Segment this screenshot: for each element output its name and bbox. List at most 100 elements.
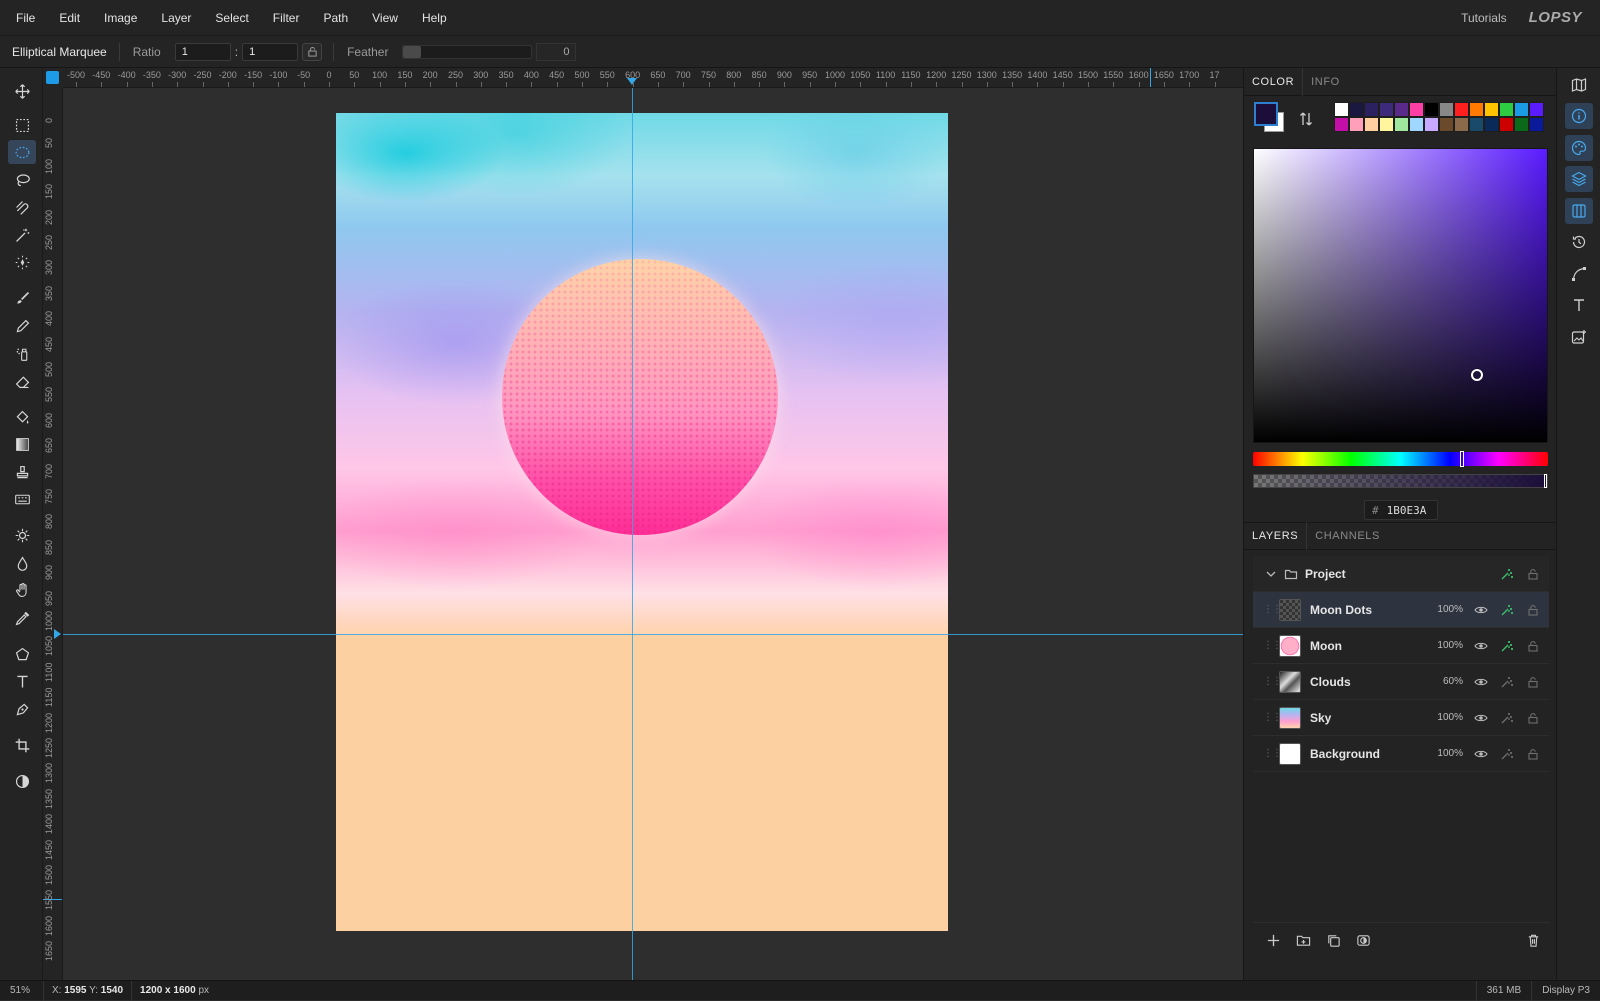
feather-slider[interactable]: [402, 44, 533, 59]
spray-tool[interactable]: [8, 341, 36, 365]
layer-row[interactable]: ⋮⋮ Moon Dots 100%: [1253, 592, 1549, 628]
guide-marker-left[interactable]: [54, 629, 61, 639]
color-swatch[interactable]: [1379, 102, 1394, 117]
paths-panel-button[interactable]: [1565, 261, 1593, 287]
color-swatch[interactable]: [1334, 102, 1349, 117]
color-swatch[interactable]: [1334, 117, 1349, 132]
hex-value[interactable]: 1B0E3A: [1387, 504, 1427, 517]
ruler-horizontal[interactable]: -500 -450 -400 -350 -300 -250 -200 -150 -100 -50 0…: [63, 68, 1243, 88]
layer-group-row[interactable]: Project: [1253, 556, 1549, 592]
quick-select-tool[interactable]: [8, 250, 36, 274]
color-swatch[interactable]: [1469, 102, 1484, 117]
color-swatch[interactable]: [1454, 102, 1469, 117]
duplicate-layer-button[interactable]: [1323, 931, 1343, 951]
color-swatch[interactable]: [1394, 117, 1409, 132]
add-layer-button[interactable]: [1263, 931, 1283, 951]
zoom-level[interactable]: 51%: [0, 985, 43, 996]
tab-layers[interactable]: LAYERS: [1244, 522, 1306, 550]
lasso-tool[interactable]: [8, 168, 36, 192]
layer-mask-button[interactable]: [1353, 931, 1373, 951]
menu-help[interactable]: Help: [410, 11, 459, 25]
channels-panel-button[interactable]: [1565, 198, 1593, 224]
menu-image[interactable]: Image: [92, 11, 149, 25]
ruler-vertical[interactable]: 0 50 100 150 200 250 300 350 400 450 500 550 600 650 7…: [43, 88, 63, 980]
menu-file[interactable]: File: [0, 11, 47, 25]
tab-color[interactable]: COLOR: [1244, 68, 1302, 96]
hue-slider[interactable]: [1253, 451, 1548, 467]
color-swatch[interactable]: [1349, 117, 1364, 132]
smudge-tool[interactable]: [8, 578, 36, 602]
pencil-tool[interactable]: [8, 314, 36, 338]
magic-wand-tool[interactable]: [8, 223, 36, 247]
lock-icon[interactable]: [1525, 674, 1541, 690]
color-swatch[interactable]: [1364, 117, 1379, 132]
foreground-color-swatch[interactable]: [1254, 102, 1278, 126]
color-swatch[interactable]: [1424, 102, 1439, 117]
color-swatch[interactable]: [1484, 117, 1499, 132]
navigator-panel-button[interactable]: [1565, 72, 1593, 98]
canvas-workspace[interactable]: [63, 88, 1243, 980]
new-group-button[interactable]: [1293, 931, 1313, 951]
blur-tool[interactable]: [8, 551, 36, 575]
delete-layer-button[interactable]: [1523, 931, 1543, 951]
ratio-width-input[interactable]: 1: [174, 42, 231, 61]
hue-slider-handle[interactable]: [1460, 451, 1465, 467]
color-swatch[interactable]: [1439, 102, 1454, 117]
clone-stamp-tool[interactable]: [8, 460, 36, 484]
color-swatch[interactable]: [1499, 102, 1514, 117]
drag-handle-icon[interactable]: ⋮⋮: [1263, 676, 1282, 687]
color-swatch[interactable]: [1469, 117, 1484, 132]
color-swatch[interactable]: [1529, 117, 1544, 132]
drag-handle-icon[interactable]: ⋮⋮: [1263, 604, 1282, 615]
adjustment-tool[interactable]: [8, 769, 36, 793]
tab-info[interactable]: INFO: [1302, 67, 1348, 96]
eye-icon[interactable]: [1473, 674, 1489, 690]
elliptical-marquee-tool[interactable]: [8, 140, 36, 164]
drag-handle-icon[interactable]: ⋮⋮: [1263, 640, 1282, 651]
layer-row[interactable]: ⋮⋮ Sky 100%: [1253, 700, 1549, 736]
dodge-tool[interactable]: [8, 523, 36, 547]
menu-filter[interactable]: Filter: [261, 11, 312, 25]
color-swatch[interactable]: [1514, 102, 1529, 117]
color-swatch[interactable]: [1439, 117, 1454, 132]
color-swatch[interactable]: [1529, 102, 1544, 117]
eye-icon[interactable]: [1473, 638, 1489, 654]
color-swatch[interactable]: [1364, 102, 1379, 117]
vertical-guide[interactable]: [632, 88, 633, 980]
rectangle-marquee-tool[interactable]: [8, 113, 36, 137]
crop-tool[interactable]: [8, 733, 36, 757]
alpha-slider[interactable]: [1253, 474, 1548, 488]
pattern-tool[interactable]: [8, 487, 36, 511]
polygon-tool[interactable]: [8, 642, 36, 666]
character-panel-button[interactable]: [1565, 292, 1593, 318]
text-tool[interactable]: [8, 669, 36, 693]
color-swatch[interactable]: [1454, 117, 1469, 132]
eye-icon[interactable]: [1473, 602, 1489, 618]
brush-tool[interactable]: [8, 286, 36, 310]
fx-icon[interactable]: [1499, 674, 1515, 690]
magnetic-lasso-tool[interactable]: [8, 195, 36, 219]
lock-icon[interactable]: [1525, 638, 1541, 654]
color-swatch[interactable]: [1499, 117, 1514, 132]
menu-view[interactable]: View: [360, 11, 410, 25]
lock-icon[interactable]: [1525, 746, 1541, 762]
chevron-down-icon[interactable]: [1263, 566, 1279, 582]
fx-icon[interactable]: [1499, 746, 1515, 762]
tab-channels[interactable]: CHANNELS: [1306, 522, 1388, 550]
alpha-slider-handle[interactable]: [1544, 474, 1547, 488]
color-swatch[interactable]: [1394, 102, 1409, 117]
ruler-corner[interactable]: [43, 68, 63, 88]
feather-value-input[interactable]: 0: [536, 42, 577, 61]
menu-select[interactable]: Select: [203, 11, 260, 25]
layer-row[interactable]: ⋮⋮ Background 100%: [1253, 736, 1549, 772]
image-panel-button[interactable]: [1565, 324, 1593, 350]
color-swatch[interactable]: [1379, 117, 1394, 132]
eye-icon[interactable]: [1473, 710, 1489, 726]
color-profile[interactable]: Display P3: [1531, 980, 1600, 1001]
ratio-height-input[interactable]: 1: [242, 42, 299, 61]
drag-handle-icon[interactable]: ⋮⋮: [1263, 748, 1282, 759]
move-tool[interactable]: [8, 79, 36, 103]
lock-icon[interactable]: [1525, 566, 1541, 582]
layers-panel-button[interactable]: [1565, 166, 1593, 192]
feather-slider-knob[interactable]: [403, 45, 422, 58]
